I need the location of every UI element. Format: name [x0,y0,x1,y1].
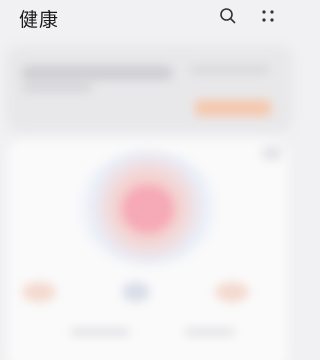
summary-accent [195,100,271,116]
header: 健康 [0,0,299,40]
search-button[interactable] [218,6,238,26]
summary-line-3 [190,66,270,74]
stat-blob-3 [215,282,249,302]
more-options-button[interactable] [258,6,278,26]
more-dots-icon [262,10,274,22]
activity-corner [262,146,282,160]
stat-line-1 [70,328,130,336]
page-title: 健康 [19,9,60,31]
stat-blob-1 [22,282,56,302]
stat-line-2 [185,328,235,336]
activity-ring-center [122,185,174,233]
search-icon [220,8,236,24]
stat-blob-2 [122,282,150,302]
summary-line-2 [22,84,92,92]
summary-line-1 [22,66,172,80]
